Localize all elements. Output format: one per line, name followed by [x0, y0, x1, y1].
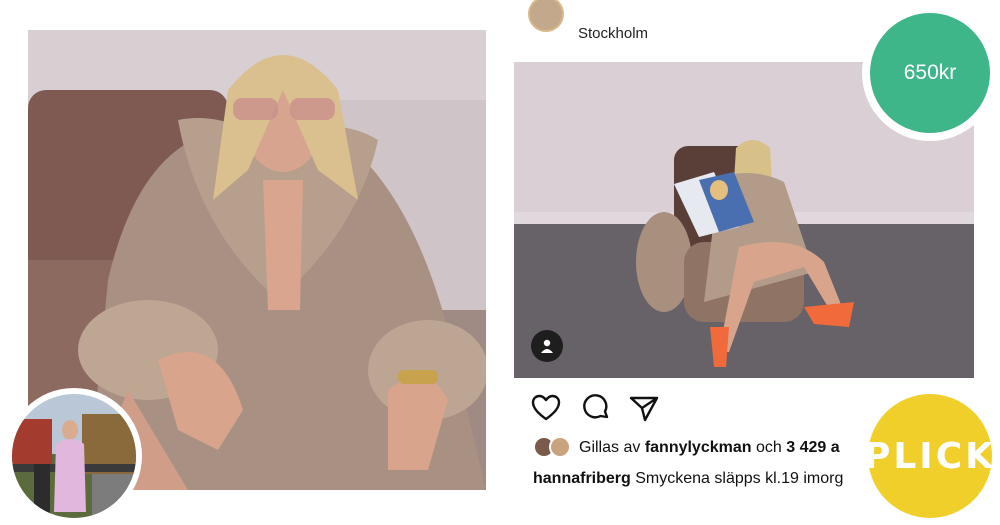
poster-avatar[interactable] — [528, 0, 564, 32]
plick-logo-text: PLICK — [863, 435, 997, 477]
share-icon — [629, 396, 659, 422]
liker-avatar — [549, 436, 571, 458]
seller-avatar[interactable] — [6, 388, 142, 524]
post-location[interactable]: Stockholm — [578, 25, 648, 42]
caption-user[interactable]: hannafriberg — [533, 470, 631, 487]
likes-text: Gillas av fannylyckman och 3 429 a — [579, 439, 840, 457]
price-badge: 650kr — [862, 5, 998, 141]
caption-text: Smyckena släpps kl.19 imorg — [635, 470, 844, 487]
caption: hannafriberg Smyckena släpps kl.19 imorg — [533, 470, 873, 488]
user-tag-icon — [541, 339, 553, 353]
plick-logo-badge: PLICK — [864, 394, 993, 518]
comment-icon — [583, 394, 609, 419]
comment-button[interactable] — [580, 392, 612, 424]
price-label: 650kr — [903, 61, 957, 84]
likes-count[interactable]: 3 429 a — [786, 439, 839, 456]
post-header: Stockholm — [520, 0, 880, 50]
post-actions — [530, 392, 680, 424]
tag-user-button[interactable] — [531, 330, 563, 362]
liked-by-conj: och — [755, 439, 782, 456]
like-button[interactable] — [530, 392, 562, 424]
heart-icon — [531, 394, 561, 421]
liker-avatars — [533, 436, 573, 460]
liked-by-user[interactable]: fannylyckman — [645, 439, 752, 456]
share-button[interactable] — [628, 392, 660, 424]
liked-by-prefix: Gillas av — [579, 439, 641, 456]
likes-row: Gillas av fannylyckman och 3 429 a — [533, 436, 893, 462]
